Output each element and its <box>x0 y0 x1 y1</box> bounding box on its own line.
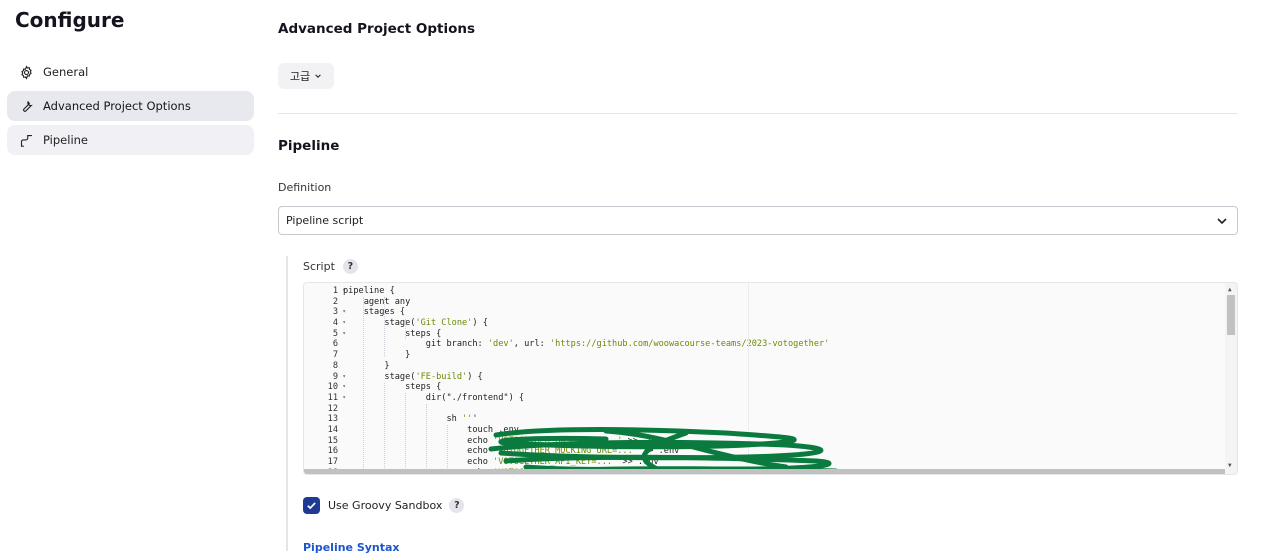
chevron-down-icon <box>314 70 322 83</box>
line-number-text: 8 <box>332 360 338 371</box>
groovy-sandbox-row: Use Groovy Sandbox ? <box>303 497 465 514</box>
wrench-icon <box>18 98 34 114</box>
groovy-sandbox-label: Use Groovy Sandbox <box>328 499 443 512</box>
line-number: 5 ▾ <box>304 328 346 340</box>
advanced-button[interactable]: 고급 <box>278 63 334 89</box>
line-number: 12 <box>304 404 340 415</box>
definition-select[interactable]: Pipeline script <box>278 206 1238 235</box>
redaction-scribble <box>488 427 839 474</box>
code-line: stages { <box>343 307 406 318</box>
line-number-text: 13 <box>327 414 338 425</box>
line-number: 7 <box>304 350 340 361</box>
indent-guide <box>405 393 407 474</box>
sidebar: Configure General Advanced Project Optio… <box>0 0 270 551</box>
section-divider <box>278 113 1238 114</box>
code-line: steps { <box>343 382 442 393</box>
line-number: 14 <box>304 425 340 436</box>
indent-guide <box>363 297 365 474</box>
code-line: stage('FE-build') { <box>343 371 483 382</box>
line-number-text: 10 <box>327 382 338 393</box>
line-number-text: 17 <box>327 457 338 467</box>
advanced-button-label: 고급 <box>289 70 311 83</box>
line-number-text: 15 <box>327 435 338 446</box>
code-line: sh ''' <box>343 414 478 425</box>
line-number: 10 ▾ <box>304 382 346 393</box>
line-number-text: 7 <box>332 350 338 361</box>
script-editor[interactable]: 1▾23▾4▾5▾6789▾10▾11▾12131415161718 pipel… <box>303 282 1238 475</box>
line-number: 1 ▾ <box>304 286 346 297</box>
page-title: Configure <box>15 8 125 32</box>
editor-horizontal-scrollbar[interactable] <box>304 469 1225 474</box>
gear-icon <box>18 64 34 80</box>
line-number-text: 6 <box>332 339 338 350</box>
definition-select-value: Pipeline script <box>286 214 364 227</box>
indent-guide <box>384 297 386 357</box>
chevron-down-icon <box>1216 215 1228 227</box>
sidebar-item-advanced-project-options[interactable]: Advanced Project Options <box>7 91 254 121</box>
code-line: git branch: 'dev', url: 'https://github.… <box>343 339 830 350</box>
definition-label: Definition <box>278 181 332 194</box>
pipeline-heading: Pipeline <box>278 138 340 154</box>
line-number-text: 16 <box>327 446 338 457</box>
line-number: 3 ▾ <box>304 307 346 318</box>
line-number: 8 <box>304 361 340 372</box>
main-content: Advanced Project Options 고급 Pipeline Def… <box>278 0 1238 554</box>
advanced-project-options-heading: Advanced Project Options <box>278 21 476 37</box>
indent-guide <box>426 404 428 474</box>
line-number: 4 ▾ <box>304 318 346 329</box>
code-line: steps { <box>343 328 442 339</box>
code-line: } <box>343 350 411 361</box>
code-line: stage('Git Clone') { <box>343 318 488 329</box>
line-number: 13 <box>304 414 340 425</box>
code-line: pipeline { <box>343 286 395 296</box>
indent-guide <box>447 425 449 474</box>
line-number-text: 2 <box>332 296 338 307</box>
line-number-text: 1 <box>332 286 338 296</box>
line-number: 9 ▾ <box>304 371 346 383</box>
editor-gutter: 1▾23▾4▾5▾6789▾10▾11▾12131415161718 <box>304 286 346 474</box>
help-icon[interactable]: ? <box>449 498 465 513</box>
line-number-text: 5 <box>332 328 338 339</box>
scroll-thumb[interactable] <box>1227 295 1235 335</box>
groovy-sandbox-checkbox[interactable] <box>303 497 320 514</box>
line-number: 17 <box>304 457 340 468</box>
sidebar-item-general[interactable]: General <box>7 57 254 87</box>
check-icon <box>307 502 316 510</box>
code-line: dir("./frontend") { <box>343 392 525 403</box>
line-number: 16 <box>304 446 340 457</box>
nested-section-border <box>286 256 288 551</box>
indent-guide <box>384 383 386 474</box>
line-number: 11 ▾ <box>304 392 346 404</box>
sidebar-item-label: Pipeline <box>43 133 89 147</box>
sidebar-item-pipeline[interactable]: Pipeline <box>7 125 254 155</box>
line-number: 15 <box>304 436 340 447</box>
script-label: Script <box>303 260 335 273</box>
line-number-text: 14 <box>327 424 338 435</box>
line-number-text: 3 <box>332 307 338 318</box>
line-number: 2 <box>304 297 340 308</box>
code-line: agent any <box>343 296 411 307</box>
line-number-text: 9 <box>332 371 338 382</box>
sidebar-item-label: Advanced Project Options <box>43 99 191 113</box>
help-icon[interactable]: ? <box>342 259 358 274</box>
script-label-row: Script ? <box>303 259 358 274</box>
editor-vertical-scrollbar[interactable]: ▲ ▼ <box>1225 283 1237 474</box>
pipeline-syntax-link[interactable]: Pipeline Syntax <box>303 541 400 554</box>
line-number: 6 <box>304 339 340 350</box>
code-line: } <box>343 360 390 371</box>
line-number-text: 4 <box>332 318 338 329</box>
indent-guide <box>405 319 407 339</box>
line-number-text: 11 <box>327 392 338 403</box>
sidebar-item-label: General <box>43 65 89 79</box>
scroll-down-icon[interactable]: ▼ <box>1228 461 1232 472</box>
line-number-text: 12 <box>327 403 338 414</box>
pipeline-icon <box>18 132 34 148</box>
